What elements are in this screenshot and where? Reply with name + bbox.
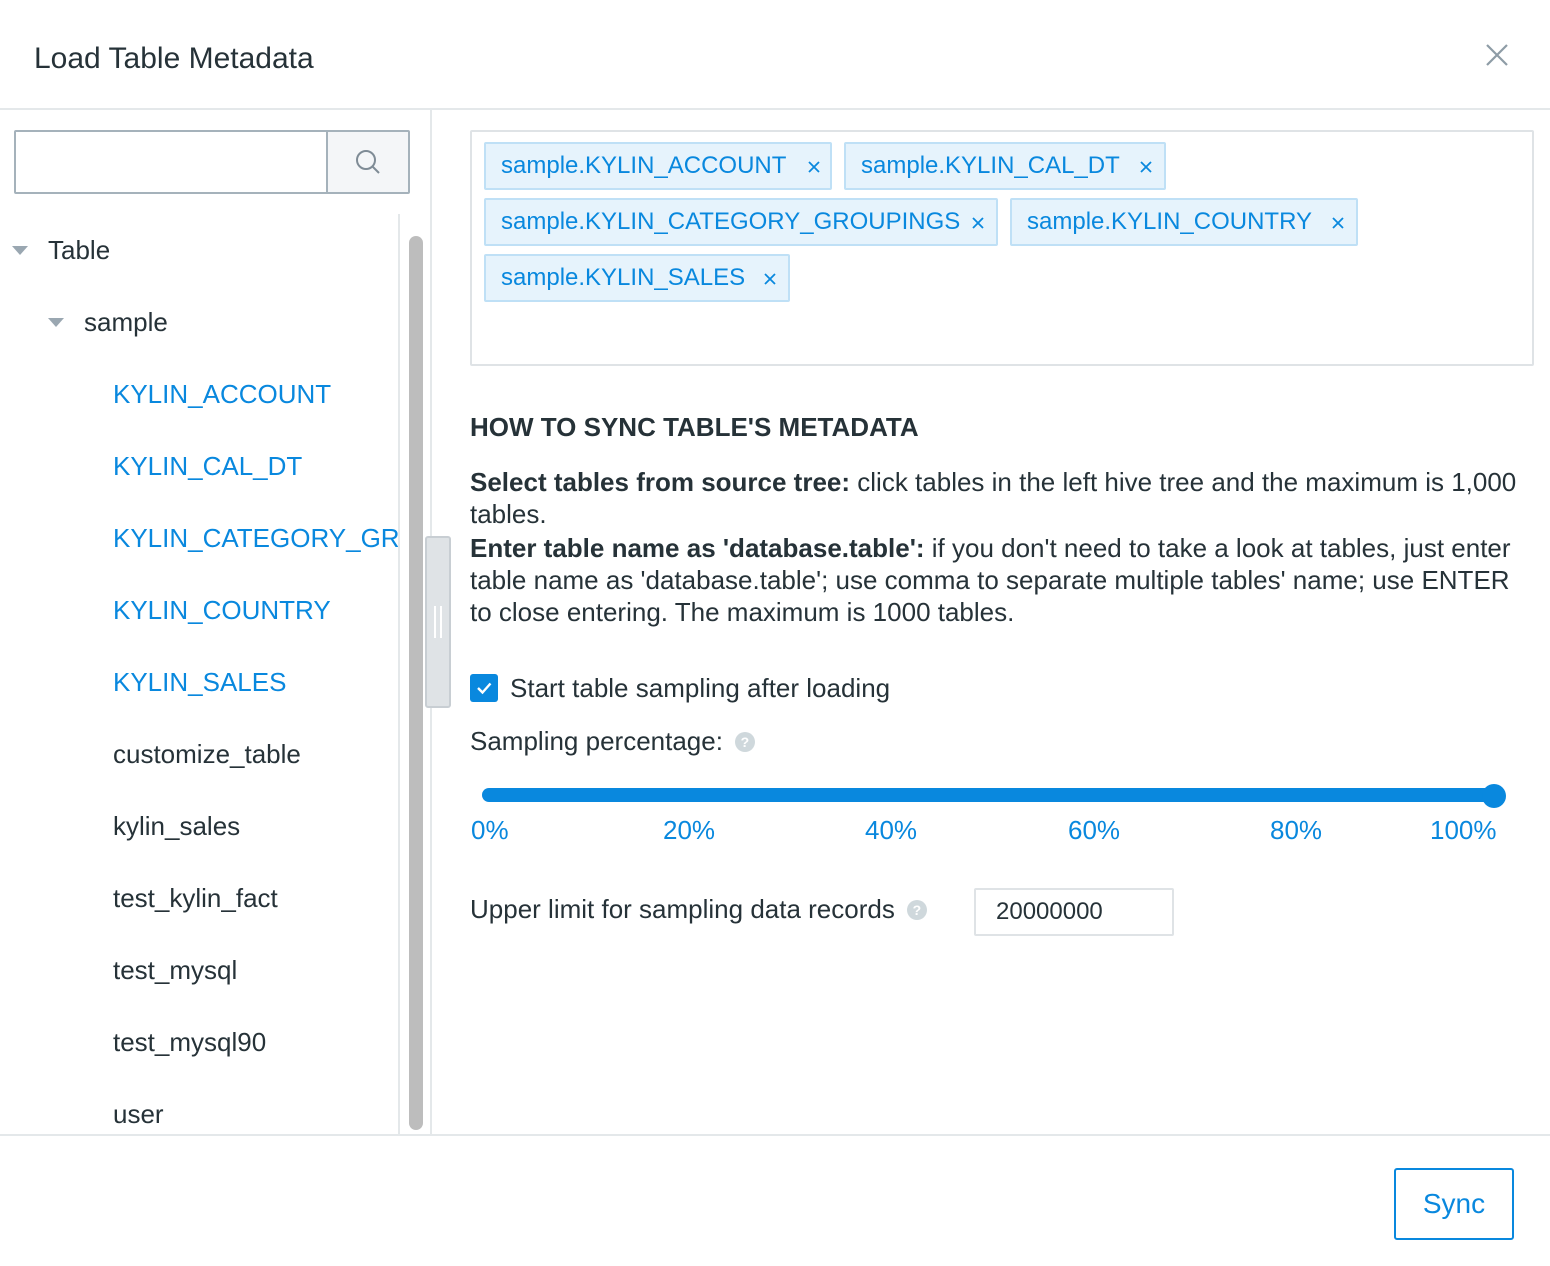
slider-thumb[interactable] [1482, 784, 1506, 808]
search-button[interactable] [326, 132, 408, 192]
slider-mark[interactable]: 100% [1430, 815, 1497, 846]
tree-table-item[interactable]: KYLIN_ACCOUNT [113, 358, 331, 430]
sampling-checkbox-row[interactable]: Start table sampling after loading [470, 670, 890, 706]
search-icon [356, 150, 380, 174]
slider-mark[interactable]: 0% [471, 815, 509, 846]
table-tag: sample.KYLIN_SALES [484, 254, 790, 302]
slider-mark[interactable]: 40% [865, 815, 917, 846]
close-icon[interactable] [804, 156, 824, 176]
tree-database-label: sample [84, 306, 168, 337]
sampling-percentage-row: Sampling percentage: ? [470, 726, 755, 757]
close-icon[interactable] [968, 212, 988, 232]
table-tag-label: sample.KYLIN_CATEGORY_GROUPINGS [501, 208, 961, 235]
table-tag: sample.KYLIN_ACCOUNT [484, 142, 832, 190]
slider-mark[interactable]: 20% [663, 815, 715, 846]
slider-mark[interactable]: 60% [1068, 815, 1120, 846]
sampling-checkbox-label: Start table sampling after loading [510, 672, 891, 703]
sampling-limit-label: Upper limit for sampling data records [470, 894, 895, 924]
source-tree-panel: Table sample KYLIN_ACCOUNT KYLIN_CAL_DT … [0, 110, 430, 1135]
tree-node-root[interactable]: Table [12, 214, 110, 286]
question-circle-icon[interactable]: ? [734, 731, 755, 752]
search-box [14, 130, 410, 194]
checkmark-icon [477, 682, 492, 695]
howto-heading: Enter table name as 'database.table': [470, 533, 925, 563]
tree-table-item[interactable]: KYLIN_CATEGORY_GROUPINGS [113, 502, 398, 574]
howto-paragraph-source-tree: Select tables from source tree: click ta… [470, 466, 1534, 530]
tree-table-item[interactable]: test_mysql90 [113, 1006, 266, 1078]
sampling-slider[interactable] [482, 788, 1494, 802]
close-icon[interactable] [1136, 156, 1156, 176]
close-icon[interactable] [1480, 38, 1514, 72]
caret-down-icon[interactable] [12, 245, 28, 255]
tree-table-item[interactable]: test_kylin_fact [113, 862, 278, 934]
table-tag: sample.KYLIN_CAL_DT [844, 142, 1166, 190]
sampling-limit-input[interactable] [974, 888, 1174, 936]
howto-heading: Select tables from source tree: [470, 467, 851, 497]
question-circle-icon[interactable]: ? [906, 899, 927, 920]
table-tree: Table sample KYLIN_ACCOUNT KYLIN_CAL_DT … [0, 214, 400, 1135]
table-tag-label: sample.KYLIN_CAL_DT [861, 152, 1120, 179]
tree-table-item[interactable]: test_mysql [113, 934, 237, 1006]
tree-node-database[interactable]: sample [48, 286, 168, 358]
table-tag-label: sample.KYLIN_SALES [501, 264, 746, 291]
resize-handle[interactable] [425, 536, 451, 708]
close-icon[interactable] [1328, 212, 1348, 232]
grip-icon [434, 606, 442, 638]
dialog-footer [0, 1134, 1550, 1266]
howto-title: HOW TO SYNC TABLE'S METADATA [470, 412, 919, 442]
tree-table-item[interactable]: KYLIN_COUNTRY [113, 574, 331, 646]
tree-table-item[interactable]: KYLIN_SALES [113, 646, 286, 718]
caret-down-icon[interactable] [48, 317, 64, 327]
table-tag-label: sample.KYLIN_COUNTRY [1027, 208, 1312, 235]
tree-table-item[interactable]: kylin_sales [113, 790, 240, 862]
tree-root-label: Table [48, 234, 111, 265]
dialog-title: Load Table Metadata [34, 42, 314, 75]
selected-tables-input[interactable]: sample.KYLIN_ACCOUNT sample.KYLIN_CAL_DT… [470, 130, 1534, 366]
sync-button[interactable]: Sync [1394, 1168, 1514, 1240]
tree-table-item[interactable]: customize_table [113, 718, 301, 790]
dialog-header: Load Table Metadata [0, 0, 1550, 110]
sampling-checkbox[interactable] [470, 674, 498, 702]
close-icon[interactable] [760, 268, 780, 288]
table-tag: sample.KYLIN_CATEGORY_GROUPINGS [484, 198, 998, 246]
tree-table-item[interactable]: user [113, 1078, 164, 1135]
sampling-limit-row: Upper limit for sampling data records ? [470, 894, 927, 925]
table-tag: sample.KYLIN_COUNTRY [1010, 198, 1358, 246]
sampling-percentage-label: Sampling percentage: [470, 726, 723, 756]
tree-table-item[interactable]: KYLIN_CAL_DT [113, 430, 302, 502]
howto-paragraph-enter-name: Enter table name as 'database.table': if… [470, 532, 1534, 628]
search-input[interactable] [16, 132, 326, 192]
scrollbar-thumb[interactable] [409, 236, 423, 1130]
slider-mark[interactable]: 80% [1270, 815, 1322, 846]
table-tag-label: sample.KYLIN_ACCOUNT [501, 152, 787, 179]
